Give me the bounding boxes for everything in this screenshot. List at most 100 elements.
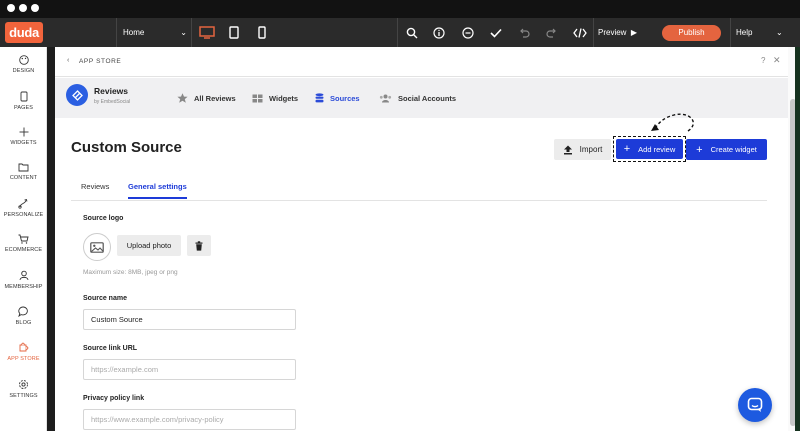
info-button[interactable] [425,18,453,47]
chat-bubble-icon [747,397,763,412]
sidebar-item-label: CONTENT [9,175,38,181]
add-review-button[interactable]: + Add review [613,136,686,162]
tab-general-settings[interactable]: General settings [128,182,187,199]
page-title: Custom Source [71,139,182,156]
import-label: Import [579,145,603,154]
upload-icon [563,145,572,154]
page-select-value: Home [123,28,145,37]
preview-label: Preview [598,28,627,37]
chat-support-button[interactable] [738,388,772,422]
play-icon: ▶ [628,28,638,37]
source-link-input[interactable]: https://example.com [83,359,296,380]
sidebar-item-blog[interactable]: BLOG [0,306,47,326]
panel-title: APP STORE [79,58,122,65]
trash-icon [195,240,203,251]
tablet-icon [229,26,239,39]
nav-tab-label: Social Accounts [398,93,457,103]
window-dot-icon[interactable] [7,4,15,12]
sidebar-item-design[interactable]: DESIGN [0,55,47,74]
sidebar-item-personalize[interactable]: PERSONALIZE [0,198,47,218]
checkmark-icon [490,28,502,38]
source-link-label: Source link URL [83,345,138,352]
help-icon[interactable]: ? [761,56,765,65]
nav-tab-sources[interactable]: Sources [315,78,360,118]
import-button[interactable]: Import [554,139,611,160]
app-store-panel: ‹ APP STORE ? ✕ Reviews by EmbedSocial A… [55,47,788,431]
toolbar-divider [730,18,731,47]
chevron-down-icon: ⌄ [180,28,187,37]
sidebar-item-label: DESIGN [12,68,35,74]
preview-button[interactable]: Preview ▶ [598,18,637,47]
create-widget-button[interactable]: + Create widget [686,139,767,160]
logo-placeholder [83,233,111,261]
page-select[interactable]: Home ⌄ [117,18,191,47]
gear-icon [19,380,28,389]
duda-logo[interactable]: duda [5,22,43,43]
chevron-left-icon[interactable]: ‹ [67,57,69,64]
upload-hint: Maximum size: 8MB, jpeg or png [83,269,178,276]
nav-tab-social-accounts[interactable]: Social Accounts [379,78,456,118]
personalize-icon [18,199,28,209]
publish-button[interactable]: Publish [662,25,721,41]
sidebar-item-pages[interactable]: PAGES [0,91,47,111]
reviews-logo-icon [71,89,83,101]
search-icon [406,27,418,38]
tablet-view-button[interactable] [220,18,248,47]
left-sidebar: DESIGN PAGES WIDGETS CONTENT PERSONALIZE… [0,47,47,431]
cart-icon [18,234,29,244]
chevron-down-icon[interactable]: ⌄ [776,18,783,47]
people-icon [379,94,392,102]
nav-tab-widgets[interactable]: Widgets [252,78,298,118]
nav-tab-label: All Reviews [194,93,236,103]
code-button[interactable] [566,18,594,47]
privacy-link-input[interactable]: https://www.example.com/privacy-policy [83,409,296,430]
window-dot-icon[interactable] [19,4,27,12]
sidebar-item-label: SETTINGS [9,393,38,399]
source-logo-label: Source logo [83,215,124,222]
panel-header: ‹ APP STORE ? ✕ [55,47,788,77]
grid-icon [252,94,263,102]
create-widget-label: Create widget [710,145,757,154]
redo-button[interactable] [538,18,566,47]
source-name-input[interactable]: Custom Source [83,309,296,330]
window-dot-icon[interactable] [31,4,39,12]
undo-button[interactable] [510,18,538,47]
sidebar-item-app-store[interactable]: APP STORE [0,342,47,362]
nav-tab-all-reviews[interactable]: All Reviews [177,78,236,118]
comment-icon [462,26,474,39]
window-titlebar [0,0,800,18]
code-icon [573,27,587,38]
sidebar-item-label: PAGES [13,105,34,111]
dashed-arrow-pointer [651,113,694,132]
search-button[interactable] [398,18,426,47]
sidebar-item-settings[interactable]: SETTINGS [0,379,47,399]
tab-reviews[interactable]: Reviews [81,182,109,197]
mobile-view-button[interactable] [248,18,276,47]
sidebar-item-ecommerce[interactable]: ECOMMERCE [0,234,47,253]
delete-logo-button[interactable] [187,235,211,256]
privacy-link-label: Privacy policy link [83,395,145,402]
plus-icon [19,127,28,137]
editor-toolbar: duda Home ⌄ Preview ▶ Publish Help ⌄ [0,18,800,47]
close-icon[interactable]: ✕ [773,55,781,66]
help-button[interactable]: Help [736,18,752,47]
palette-icon [18,55,29,65]
approve-button[interactable] [482,18,510,47]
sidebar-item-membership[interactable]: MEMBERSHIP [0,270,47,290]
comments-button[interactable] [454,18,482,47]
info-icon [433,26,445,39]
sidebar-item-content[interactable]: CONTENT [0,163,47,181]
add-review-inner: + Add review [616,139,683,159]
sidebar-item-label: ECOMMERCE [4,247,43,253]
puzzle-icon [19,342,29,352]
desktop-view-button[interactable] [193,18,221,47]
chat-icon [18,306,28,317]
plus-icon: + [696,143,703,156]
sidebar-item-label: MEMBERSHIP [4,284,43,290]
app-name: Reviews [94,86,129,96]
sidebar-item-widgets[interactable]: WIDGETS [0,127,47,146]
upload-photo-button[interactable]: Upload photo [117,235,181,256]
database-icon [315,93,324,103]
sidebar-item-label: PERSONALIZE [3,212,44,218]
nav-tab-label: Widgets [269,93,299,103]
